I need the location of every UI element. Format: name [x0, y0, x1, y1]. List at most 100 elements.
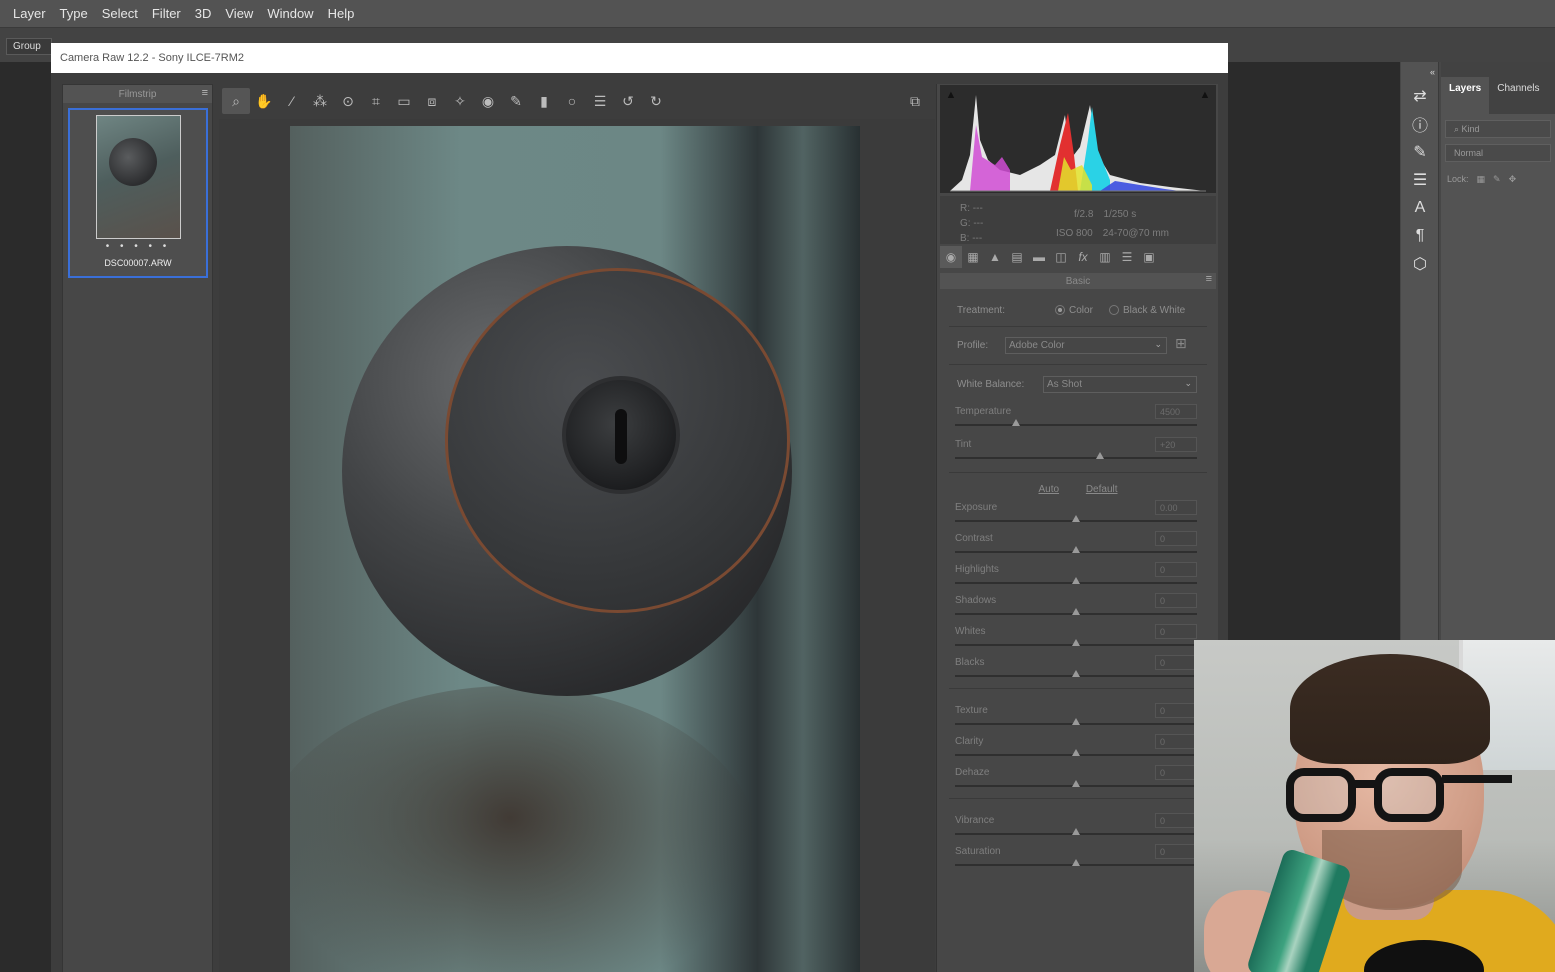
treatment-bw-option[interactable]: Black & White — [1109, 305, 1185, 316]
profile-dropdown[interactable]: Adobe Color ⌄ — [1005, 337, 1167, 354]
menu-icon[interactable]: ≡ — [202, 87, 208, 99]
transform-tool-icon[interactable]: ⧈ — [418, 88, 446, 114]
character-icon[interactable]: A — [1401, 194, 1439, 222]
adjustment-brush-icon[interactable]: ✎ — [502, 88, 530, 114]
radial-filter-icon[interactable]: ○ — [558, 88, 586, 114]
slider-value-field[interactable]: 0 — [1155, 624, 1197, 639]
menu-view[interactable]: View — [218, 6, 260, 21]
slider-value-field[interactable]: 4500 — [1155, 404, 1197, 419]
white-balance-tool-icon[interactable]: ⁄ — [278, 88, 306, 114]
split-toning-tab-icon[interactable]: ▬ — [1028, 246, 1050, 268]
graduated-filter-icon[interactable]: ▮ — [530, 88, 558, 114]
hand-tool-icon[interactable]: ✋ — [250, 88, 278, 114]
slider-handle[interactable] — [1072, 780, 1080, 787]
calibration-tab-icon[interactable]: ▥ — [1094, 246, 1116, 268]
slider-clarity[interactable]: Clarity 0 — [955, 734, 1197, 766]
slider-handle[interactable] — [1072, 515, 1080, 522]
menu-help[interactable]: Help — [321, 6, 362, 21]
treatment-color-option[interactable]: Color — [1055, 305, 1093, 316]
filmstrip-thumbnail[interactable]: • • • • • DSC00007.ARW — [68, 108, 208, 278]
slider-value-field[interactable]: 0 — [1155, 593, 1197, 608]
rotate-right-icon[interactable]: ↻ — [642, 88, 670, 114]
slider-handle[interactable] — [1072, 749, 1080, 756]
menu-layer[interactable]: Layer — [6, 6, 53, 21]
slider-track[interactable] — [955, 457, 1197, 459]
zoom-tool-icon[interactable]: ⌕ — [222, 88, 250, 114]
history-icon[interactable]: ⇄ — [1401, 82, 1439, 110]
menu-select[interactable]: Select — [95, 6, 145, 21]
brush-settings-icon[interactable]: ✎ — [1401, 138, 1439, 166]
crop-tool-icon[interactable]: ⌗ — [362, 88, 390, 114]
star-rating[interactable]: • • • • • — [70, 241, 206, 252]
slider-exposure[interactable]: Exposure 0.00 — [955, 500, 1197, 532]
slider-handle[interactable] — [1072, 859, 1080, 866]
color-sampler-tool-icon[interactable]: ⁂ — [306, 88, 334, 114]
slider-blacks[interactable]: Blacks 0 — [955, 655, 1197, 687]
detail-tab-icon[interactable]: ▲ — [984, 246, 1006, 268]
auto-link[interactable]: Auto — [1038, 484, 1059, 495]
info-icon[interactable]: ⓘ — [1401, 110, 1439, 138]
section-menu-icon[interactable]: ≡ — [1206, 273, 1212, 285]
profile-browser-icon[interactable]: ⊞ — [1175, 335, 1187, 352]
slider-temperature[interactable]: Temperature 4500 — [955, 404, 1197, 436]
slider-value-field[interactable]: 0 — [1155, 531, 1197, 546]
slider-contrast[interactable]: Contrast 0 — [955, 531, 1197, 563]
slider-handle[interactable] — [1072, 828, 1080, 835]
targeted-adjustment-icon[interactable]: ⊙ — [334, 88, 362, 114]
menu-3d[interactable]: 3D — [188, 6, 219, 21]
slider-value-field[interactable]: 0 — [1155, 703, 1197, 718]
slider-handle[interactable] — [1072, 639, 1080, 646]
slider-handle[interactable] — [1072, 718, 1080, 725]
paragraph-icon[interactable]: ¶ — [1401, 222, 1439, 250]
red-eye-icon[interactable]: ◉ — [474, 88, 502, 114]
slider-value-field[interactable]: 0 — [1155, 655, 1197, 670]
slider-value-field[interactable]: 0.00 — [1155, 500, 1197, 515]
menu-type[interactable]: Type — [53, 6, 95, 21]
slider-vibrance[interactable]: Vibrance 0 — [955, 813, 1197, 845]
slider-tint[interactable]: Tint +20 — [955, 437, 1197, 469]
lock-position-icon[interactable]: ✥ — [1509, 174, 1517, 185]
slider-value-field[interactable]: 0 — [1155, 813, 1197, 828]
lock-brush-icon[interactable]: ✎ — [1493, 174, 1501, 185]
radio-color[interactable] — [1055, 305, 1065, 316]
blend-mode-select[interactable]: Normal — [1445, 144, 1551, 162]
slider-shadows[interactable]: Shadows 0 — [955, 593, 1197, 625]
slider-handle[interactable] — [1072, 670, 1080, 677]
basic-tab-icon[interactable]: ◉ — [940, 246, 962, 268]
slider-value-field[interactable]: 0 — [1155, 562, 1197, 577]
menu-filter[interactable]: Filter — [145, 6, 188, 21]
adjustments-icon[interactable]: ☰ — [1401, 166, 1439, 194]
tab-channels[interactable]: Channels — [1489, 77, 1547, 114]
preferences-icon[interactable]: ☰ — [586, 88, 614, 114]
tab-layers[interactable]: Layers — [1441, 77, 1490, 114]
slider-handle[interactable] — [1072, 546, 1080, 553]
slider-track[interactable] — [955, 424, 1197, 426]
slider-value-field[interactable]: 0 — [1155, 765, 1197, 780]
presets-tab-icon[interactable]: ☰ — [1116, 246, 1138, 268]
slider-value-field[interactable]: 0 — [1155, 844, 1197, 859]
straighten-tool-icon[interactable]: ▭ — [390, 88, 418, 114]
slider-highlights[interactable]: Highlights 0 — [955, 562, 1197, 594]
3d-cube-icon[interactable]: ⬡ — [1401, 250, 1439, 278]
slider-value-field[interactable]: 0 — [1155, 734, 1197, 749]
slider-dehaze[interactable]: Dehaze 0 — [955, 765, 1197, 797]
menu-window[interactable]: Window — [260, 6, 320, 21]
slider-handle[interactable] — [1011, 419, 1020, 426]
tone-curve-tab-icon[interactable]: ▦ — [962, 246, 984, 268]
slider-value-field[interactable]: +20 — [1155, 437, 1197, 452]
photo-preview[interactable] — [290, 126, 860, 972]
spot-removal-icon[interactable]: ✧ — [446, 88, 474, 114]
default-link[interactable]: Default — [1086, 484, 1118, 495]
lens-tab-icon[interactable]: ◫ — [1050, 246, 1072, 268]
snapshots-tab-icon[interactable]: ▣ — [1138, 246, 1160, 268]
collapse-icon[interactable]: « — [1401, 62, 1439, 82]
lock-pixels-icon[interactable]: ▦ — [1477, 174, 1486, 185]
hsl-tab-icon[interactable]: ▤ — [1006, 246, 1028, 268]
fullscreen-icon[interactable]: ⧉ — [904, 91, 926, 111]
radio-bw[interactable] — [1109, 305, 1119, 316]
slider-handle[interactable] — [1096, 452, 1105, 459]
effects-tab-icon[interactable]: fx — [1072, 246, 1094, 268]
kind-filter[interactable]: ⌕ Kind — [1445, 120, 1551, 138]
slider-texture[interactable]: Texture 0 — [955, 703, 1197, 735]
slider-handle[interactable] — [1072, 608, 1080, 615]
